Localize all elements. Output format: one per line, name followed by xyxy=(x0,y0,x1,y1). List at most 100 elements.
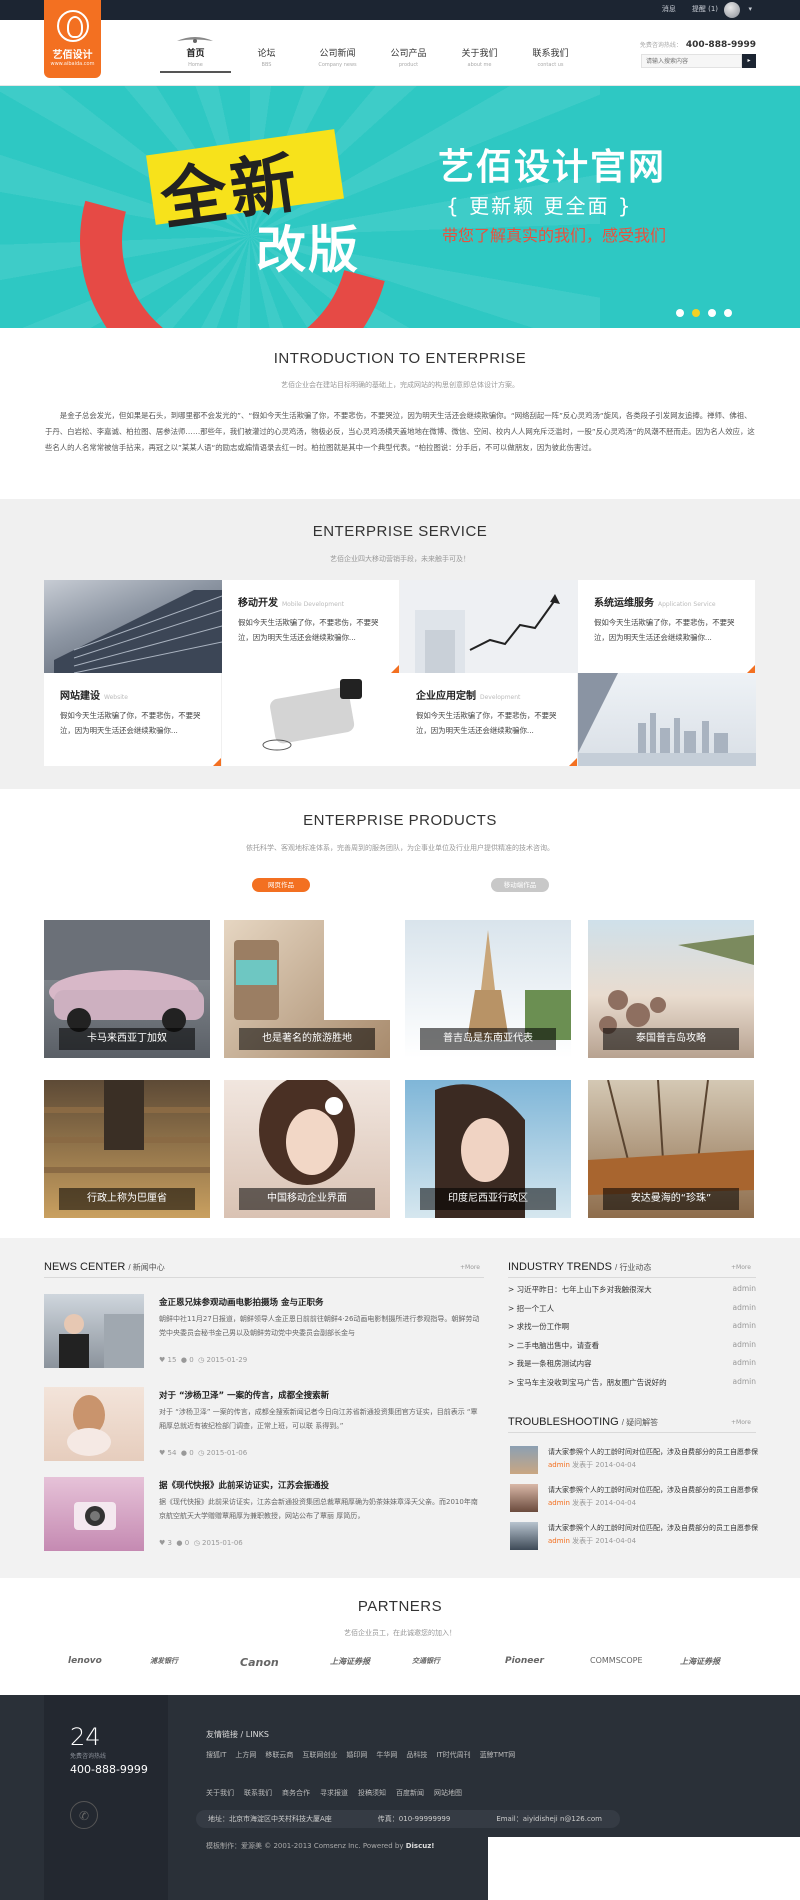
news-thumbnail xyxy=(44,1387,144,1461)
nav-item-products[interactable]: 公司产品 product xyxy=(373,46,444,73)
footer-hotline-label: 免费咨询热线 xyxy=(70,1753,107,1760)
tab-web-works[interactable]: 网页作品 xyxy=(252,878,310,892)
troubleshooting-title: TROUBLESHOOTING / 疑问解答 xyxy=(508,1416,659,1428)
product-caption: 印度尼西亚行政区 xyxy=(420,1188,556,1210)
trends-title: INDUSTRY TRENDS / 行业动态 xyxy=(508,1261,652,1273)
hotline: 免费咨询热线： 400-888-9999 xyxy=(640,40,756,50)
footer-link[interactable]: 牛华网 xyxy=(376,1750,397,1760)
qa-text: 请大家参照个人的工龄时间对位匹配，涉及自费部分的员工自愿参保 admin 发表于… xyxy=(548,1524,758,1545)
service-image-city xyxy=(578,673,756,766)
troubleshooting-more-link[interactable]: +More xyxy=(731,1419,751,1426)
partner-logo[interactable]: 交通银行 xyxy=(412,1656,440,1666)
partners-title: PARTNERS xyxy=(357,1598,443,1615)
messages-link[interactable]: 消息 xyxy=(662,4,676,14)
service-card-title: 移动开发 Mobile Development xyxy=(238,598,344,609)
service-image-newspaper xyxy=(222,673,400,766)
footer-nav-link[interactable]: 百度新闻 xyxy=(396,1788,424,1798)
search-button[interactable]: ▸ xyxy=(742,54,756,68)
qa-item[interactable]: 请大家参照个人的工龄时间对位匹配，涉及自费部分的员工自愿参保 admin 发表于… xyxy=(510,1522,758,1554)
service-card-website[interactable]: 网站建设 Website 假如今天生活欺骗了你，不要悲伤，不要哭泣，因为明天生活还… xyxy=(44,673,221,766)
partner-logo[interactable]: lenovo xyxy=(68,1656,102,1666)
list-item[interactable]: > 习近平昨日：七年上山下乡对我触很深大 admin xyxy=(508,1284,756,1303)
carousel-dot[interactable] xyxy=(708,309,716,317)
partner-logo[interactable]: 上海证券报 xyxy=(330,1656,370,1667)
nav-item-home[interactable]: 首页 Home xyxy=(160,37,231,73)
banner-subtitle: { 更新颖 更全面 } xyxy=(446,194,633,218)
list-item[interactable]: > 招一个工人 admin xyxy=(508,1303,756,1322)
news-more-link[interactable]: +More xyxy=(460,1264,480,1271)
footer-link[interactable]: 搜狐IT xyxy=(206,1750,226,1760)
partner-logo[interactable]: Pioneer xyxy=(505,1656,544,1666)
qa-item[interactable]: 请大家参照个人的工龄时间对位匹配，涉及自费部分的员工自愿参保 admin 发表于… xyxy=(510,1484,758,1516)
footer-link[interactable]: 互联网创业 xyxy=(302,1750,337,1760)
news-item[interactable]: 金正恩兄妹参观动画电影拍摄场 金与正职务 朝鲜中社11月27日报道，朝鲜领导人金… xyxy=(44,1294,484,1370)
list-item[interactable]: > 二手电脑出售中，请查看 admin xyxy=(508,1340,756,1359)
product-card[interactable]: 印度尼西亚行政区 xyxy=(405,1080,571,1218)
product-card[interactable]: 卡马来西亚丁加奴 xyxy=(44,920,210,1058)
footer-nav-link[interactable]: 寻求报道 xyxy=(320,1788,348,1798)
corner-icon xyxy=(747,665,755,673)
news-thumbnail xyxy=(44,1477,144,1551)
footer-links-title: 友情链接 / LINKS xyxy=(206,1730,269,1739)
partner-logo[interactable]: Canon xyxy=(240,1656,279,1669)
footer-link[interactable]: 移联云商 xyxy=(265,1750,293,1760)
list-item[interactable]: > 宝马车主没收到宝马广告，朋友圈广告说好的 admin xyxy=(508,1377,756,1396)
news-item-title[interactable]: 金正恩兄妹参观动画电影拍摄场 金与正职务 xyxy=(159,1296,323,1308)
banner-title: 艺佰设计官网 xyxy=(438,147,667,188)
qa-item[interactable]: 请大家参照个人的工龄时间对位匹配，涉及自费部分的员工自愿参保 admin 发表于… xyxy=(510,1446,758,1478)
nav-item-about[interactable]: 关于我们 about me xyxy=(444,46,515,73)
footer-nav-link[interactable]: 商务合作 xyxy=(282,1788,310,1798)
nav-label: 公司新闻 xyxy=(319,49,356,59)
nav-item-news[interactable]: 公司新闻 Company news xyxy=(302,46,373,73)
service-card-text: 假如今天生活欺骗了你，不要悲伤，不要哭泣，因为明天生活还会继续欺骗你... xyxy=(238,618,379,642)
service-image-building xyxy=(44,580,222,673)
footer-link[interactable]: IT时代周刊 xyxy=(436,1750,470,1760)
product-card[interactable]: 普吉岛是东南亚代表 xyxy=(405,920,571,1058)
qa-thumbnail xyxy=(510,1522,538,1550)
partner-logo[interactable]: COMMSCOPE xyxy=(590,1656,643,1665)
service-card-ops[interactable]: 系统运维服务 Application Service 假如今天生活欺骗了你，不要悲… xyxy=(578,580,755,673)
product-card[interactable]: 中国移动企业界面 xyxy=(224,1080,390,1218)
footer-link[interactable]: 蓝鲸TMT网 xyxy=(480,1750,516,1760)
list-item[interactable]: > 求找一份工作啊 admin xyxy=(508,1321,756,1340)
carousel-dot[interactable] xyxy=(724,309,732,317)
carousel-dot-active[interactable] xyxy=(692,309,700,317)
nav-item-bbs[interactable]: 论坛 BBS xyxy=(231,46,302,73)
hero-banner[interactable]: 全新 改版 艺佰设计官网 { 更新颖 更全面 } 带您了解真实的我们，感受我们 xyxy=(0,86,800,328)
service-card-custom[interactable]: 企业应用定制 Development 假如今天生活欺骗了你，不要悲伤，不要哭泣，因… xyxy=(400,673,577,766)
product-card[interactable]: 行政上称为巴厘省 xyxy=(44,1080,210,1218)
product-card[interactable]: 也是著名的旅游胜地 xyxy=(224,920,390,1058)
footer-link[interactable]: 品科技 xyxy=(406,1750,427,1760)
list-item[interactable]: > 我是一条租房测试内容 admin xyxy=(508,1358,756,1377)
nav-ornament-icon xyxy=(177,37,213,43)
nav-item-contact[interactable]: 联系我们 contact us xyxy=(515,46,586,73)
footer-nav-link[interactable]: 联系我们 xyxy=(244,1788,272,1798)
logo[interactable]: 艺佰设计 www.aibaida.com xyxy=(44,0,101,78)
carousel-dot[interactable] xyxy=(676,309,684,317)
tab-mobile-works[interactable]: 移动端作品 xyxy=(491,878,549,892)
news-item-desc: 据《现代快报》此前采访证实，江苏会新通投资集团总裁覃厢厚确为奶茶妹妹章泽天父亲。… xyxy=(159,1498,478,1520)
partner-logo[interactable]: 上海证券报 xyxy=(680,1656,720,1667)
news-item[interactable]: 据《现代快报》此前采访证实，江苏会振通投 据《现代快报》此前采访证实，江苏会新通… xyxy=(44,1477,484,1553)
trends-more-link[interactable]: +More xyxy=(731,1264,751,1271)
search-input[interactable] xyxy=(641,54,742,68)
chevron-down-icon[interactable]: ▾ xyxy=(748,5,752,13)
product-card[interactable]: 安达曼海的“珍珠” xyxy=(588,1080,754,1218)
product-card[interactable]: 泰国普吉岛攻略 xyxy=(588,920,754,1058)
news-item-title[interactable]: 据《现代快报》此前采访证实，江苏会振通投 xyxy=(159,1479,329,1491)
footer-link[interactable]: 上方网 xyxy=(235,1750,256,1760)
service-card-mobile[interactable]: 移动开发 Mobile Development 假如今天生活欺骗了你，不要悲伤，不… xyxy=(222,580,399,673)
partner-logo[interactable]: 浦发银行 xyxy=(150,1656,178,1666)
service-card-title: 系统运维服务 Application Service xyxy=(594,598,716,609)
news-item-meta: ♥ 3 ● 0 ◷ 2015-01-06 xyxy=(159,1539,243,1547)
product-caption: 安达曼海的“珍珠” xyxy=(603,1188,739,1210)
reminders-link[interactable]: 提醒 (1) xyxy=(692,4,718,14)
footer-email[interactable]: Email：aiyidisheji n@126.com xyxy=(496,1810,602,1828)
news-item[interactable]: 对于 “涉杨卫泽” 一案的传言，成都全搜索新 对于 “涉杨卫泽” 一案的传言，成… xyxy=(44,1387,484,1463)
footer-link[interactable]: 婚印网 xyxy=(346,1750,367,1760)
news-item-title[interactable]: 对于 “涉杨卫泽” 一案的传言，成都全搜索新 xyxy=(159,1389,329,1401)
footer-nav-link[interactable]: 网站地图 xyxy=(434,1788,462,1798)
avatar[interactable] xyxy=(724,2,740,18)
footer-nav-link[interactable]: 关于我们 xyxy=(206,1788,234,1798)
footer-nav-link[interactable]: 投稿须知 xyxy=(358,1788,386,1798)
